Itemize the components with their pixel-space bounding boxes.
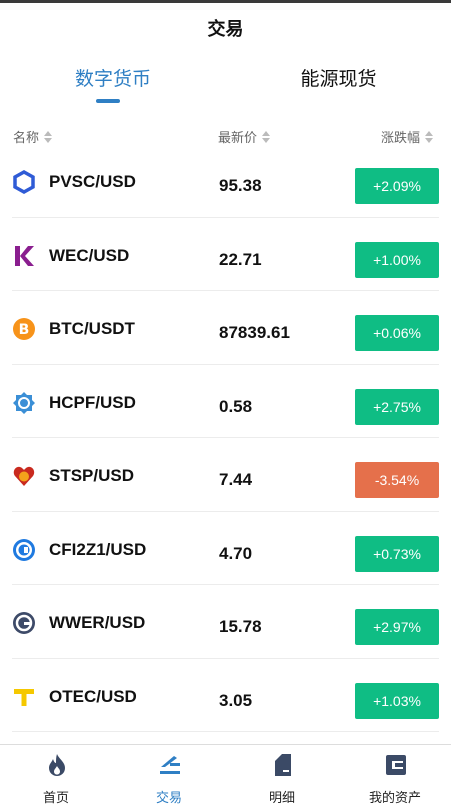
list-item[interactable]: PVSC/USD 95.38 +2.09% [12,144,439,218]
hcpf-icon [13,391,35,414]
change-badge: +0.73% [355,535,439,572]
list-item[interactable]: CFI2Z1/USD 4.70 +0.73% [12,512,439,585]
wallet-icon [386,755,406,775]
list-item[interactable]: HCPF/USD 0.58 +2.75% [12,365,439,438]
pair-name: WWER/USD [49,613,146,632]
market-tabs: 数字货币 能源现货 [0,55,451,107]
change-badge: +1.00% [355,241,439,278]
wwer-icon [13,612,35,634]
trade-icon [160,756,180,774]
last-price: 95.38 [219,176,262,195]
last-price: 7.44 [219,470,253,489]
pair-name: STSP/USD [49,466,135,485]
last-price: 3.05 [219,690,253,710]
pair-name: CFI2Z1/USD [49,539,147,559]
change-badge: +1.03% [355,682,439,719]
list-item[interactable]: B BTC/USDT 87839.61 +0.06% [12,291,439,365]
pvsc-icon [13,170,35,194]
sort-icon [262,130,271,143]
list-item[interactable]: STSP/USD 7.44 -3.54% [12,438,439,512]
last-price: 87839.61 [219,323,290,342]
last-price: 4.70 [219,543,253,563]
change-badge: +0.06% [355,315,439,351]
tab-energy-spot[interactable]: 能源现货 [226,55,451,107]
sort-icon [425,130,434,143]
last-price: 0.58 [219,396,253,416]
pair-name: HCPF/USD [49,392,136,412]
change-badge: -3.54% [355,462,439,498]
list-item[interactable]: OTEC/USD 3.05 +1.03% [12,659,439,732]
pair-name: OTEC/USD [49,686,137,706]
change-badge: +2.75% [355,388,439,425]
active-tab-indicator [96,99,120,103]
bottom-tab-bar: 首页 交易 明细 我的资产 [0,744,451,805]
change-badge: +2.97% [355,609,439,645]
document-icon [275,754,291,776]
nav-label: 我的资产 [368,790,421,805]
pair-name: PVSC/USD [49,172,136,191]
tab-label: 能源现货 [300,69,377,90]
sort-icon [44,130,53,143]
svg-text:B: B [19,322,30,338]
nav-label: 交易 [155,790,182,805]
tab-digital-currency[interactable]: 数字货币 [0,55,226,107]
list-item[interactable]: WWER/USD 15.78 +2.97% [12,585,439,659]
flame-icon [49,754,65,776]
last-price: 15.78 [219,617,262,636]
btc-icon: B [13,318,35,340]
page-title: 交易 [207,19,244,39]
list-item[interactable]: WEC/USD 22.71 +1.00% [12,218,439,291]
cfi2z1-icon [13,538,35,561]
pair-name: BTC/USDT [49,319,135,338]
nav-trade[interactable]: 交易 [113,745,225,805]
nav-label: 明细 [268,790,295,805]
pair-name: WEC/USD [49,245,130,265]
nav-my-assets[interactable]: 我的资产 [339,745,451,805]
stsp-icon [13,466,35,486]
nav-home[interactable]: 首页 [0,745,112,805]
change-badge: +2.09% [355,168,439,204]
nav-label: 首页 [42,790,69,805]
otec-icon [14,688,34,706]
market-list: PVSC/USD 95.38 +2.09% WEC/USD 22.71 +1.0… [0,144,451,732]
wec-icon [15,245,34,266]
last-price: 22.71 [219,249,262,269]
nav-details[interactable]: 明细 [226,745,338,805]
tab-label: 数字货币 [74,69,151,90]
page-header: 交易 [0,3,451,55]
